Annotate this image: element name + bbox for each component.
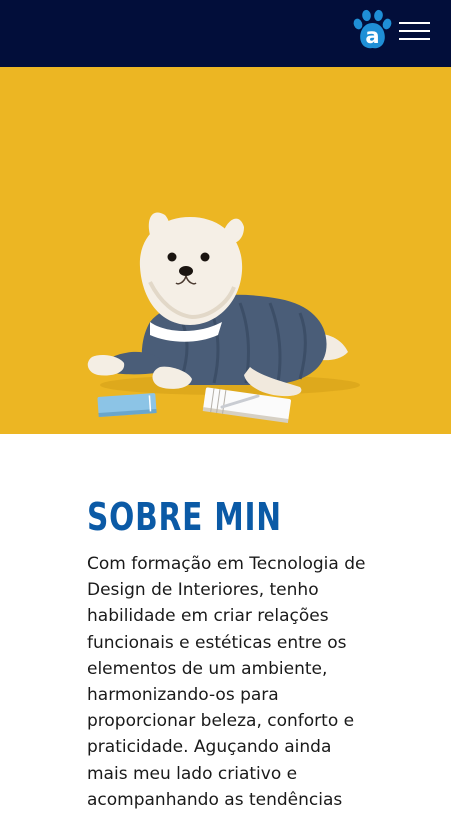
- menu-line: [399, 22, 430, 24]
- menu-line: [399, 38, 430, 40]
- site-header: a: [0, 0, 451, 67]
- about-text: Com formação em Tecnologia de Design de …: [87, 554, 366, 810]
- paw-logo-graphic: a: [353, 9, 392, 49]
- menu-line: [399, 30, 430, 32]
- hero-image: [0, 67, 451, 434]
- dog-with-notebooks-illustration: [0, 67, 451, 434]
- hamburger-menu-icon[interactable]: [399, 19, 430, 43]
- about-title: SOBRE MIN: [87, 495, 282, 539]
- logo-letter: a: [365, 24, 379, 48]
- paw-logo-icon[interactable]: a: [352, 9, 394, 51]
